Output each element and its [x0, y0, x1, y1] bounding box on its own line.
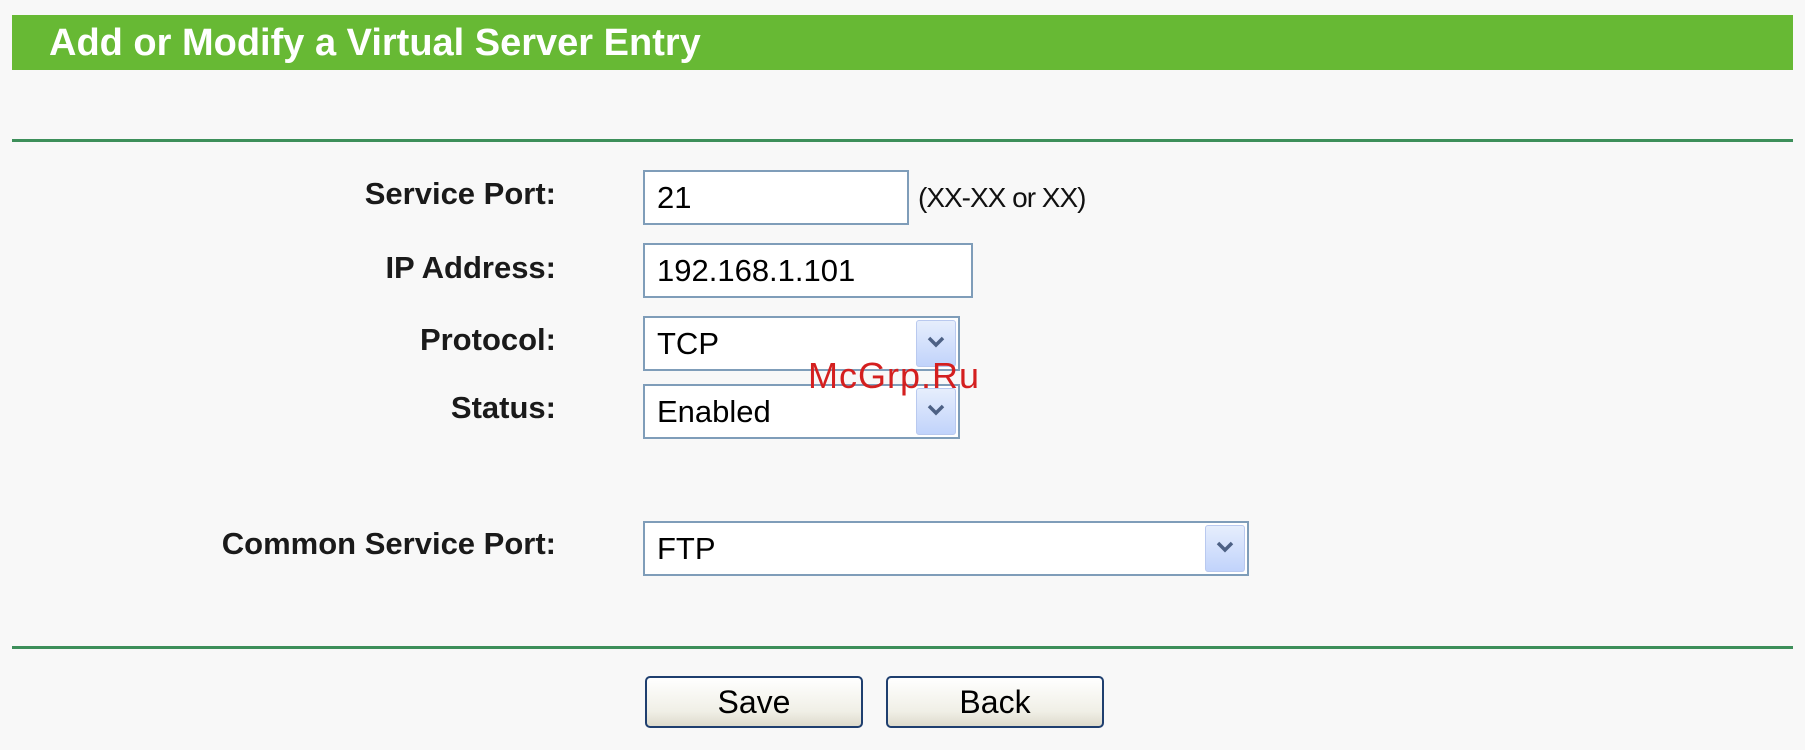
common-service-port-label: Common Service Port: [221, 526, 556, 561]
ip-address-label: IP Address: [385, 250, 556, 285]
chevron-down-icon [1216, 541, 1234, 553]
service-port-label: Service Port: [364, 176, 556, 211]
status-value: Enabled [657, 394, 771, 429]
bottom-divider [12, 646, 1793, 649]
ip-address-value: 192.168.1.101 [657, 253, 856, 288]
chevron-down-icon [927, 404, 945, 416]
service-port-value: 21 [657, 180, 692, 215]
service-port-hint: (XX-XX or XX) [918, 182, 1086, 213]
save-button[interactable]: Save [645, 676, 863, 728]
top-divider [12, 139, 1793, 142]
page-title: Add or Modify a Virtual Server Entry [49, 22, 701, 64]
status-label: Status: [450, 390, 556, 425]
back-button[interactable]: Back [886, 676, 1104, 728]
common-service-port-dropdown-button[interactable] [1205, 525, 1245, 572]
protocol-value: TCP [657, 326, 719, 361]
chevron-down-icon [927, 336, 945, 348]
common-service-port-value: FTP [657, 531, 716, 566]
service-port-input[interactable]: 21 [643, 170, 909, 225]
ip-address-input[interactable]: 192.168.1.101 [643, 243, 973, 298]
protocol-label: Protocol: [419, 322, 556, 357]
common-service-port-select[interactable]: FTP [643, 521, 1249, 576]
page-header: Add or Modify a Virtual Server Entry [12, 15, 1793, 70]
watermark: McGrp.Ru [808, 355, 981, 396]
